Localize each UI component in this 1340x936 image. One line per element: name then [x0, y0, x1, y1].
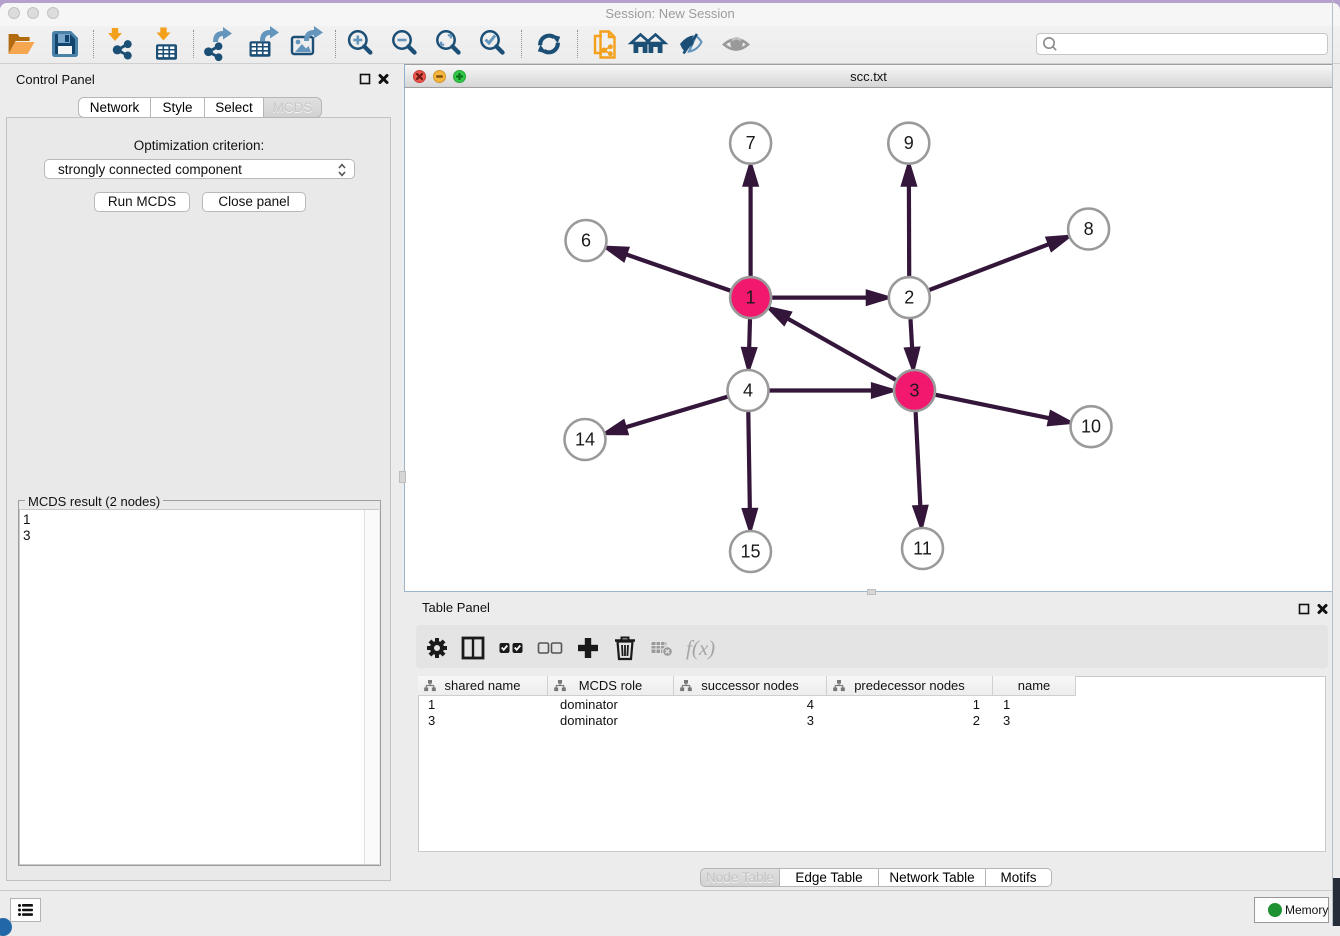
svg-text:f(x): f(x) — [686, 636, 715, 660]
svg-text:3: 3 — [909, 381, 919, 401]
svg-text:1: 1 — [746, 288, 756, 308]
svg-text:11: 11 — [913, 539, 932, 559]
svg-text:9: 9 — [904, 133, 914, 153]
svg-text:14: 14 — [575, 430, 595, 450]
svg-text:2: 2 — [904, 288, 914, 308]
svg-text:Memory: Memory — [1285, 903, 1328, 917]
svg-text:4: 4 — [743, 381, 753, 401]
svg-text:6: 6 — [581, 231, 591, 251]
svg-text:7: 7 — [746, 133, 756, 153]
svg-text:8: 8 — [1084, 219, 1094, 239]
svg-text:10: 10 — [1081, 417, 1101, 437]
svg-text:15: 15 — [740, 542, 760, 562]
